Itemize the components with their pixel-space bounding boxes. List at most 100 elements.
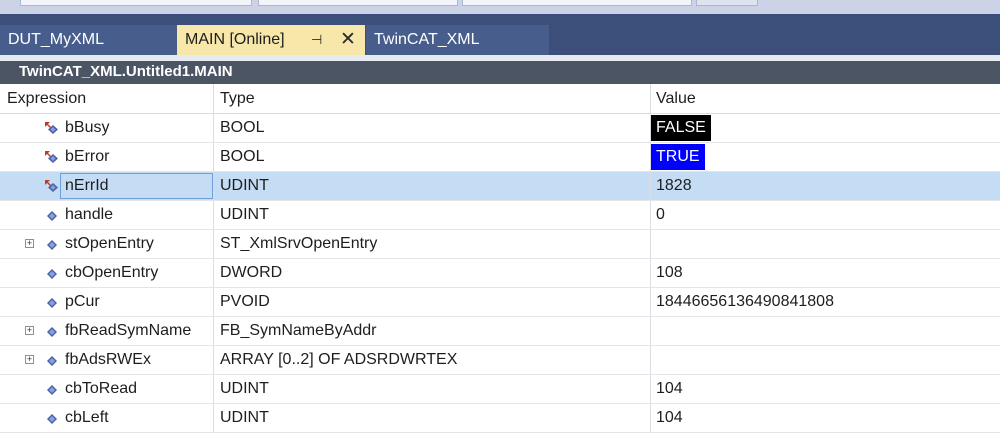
column-divider[interactable] bbox=[213, 84, 214, 113]
toolbar-combo[interactable] bbox=[462, 0, 692, 6]
value-cell[interactable]: 104 bbox=[656, 404, 683, 432]
column-divider bbox=[213, 346, 214, 374]
column-divider bbox=[650, 230, 651, 258]
table-row[interactable]: + fbReadSymName FB_SymNameByAddr bbox=[0, 317, 1000, 346]
type-cell: PVOID bbox=[220, 293, 270, 310]
type-cell: UDINT bbox=[220, 380, 269, 397]
value-cell[interactable]: 1828 bbox=[656, 172, 692, 200]
column-divider bbox=[213, 404, 214, 432]
variable-icon bbox=[44, 323, 60, 339]
column-divider[interactable] bbox=[650, 84, 651, 113]
expand-toggle-icon[interactable]: + bbox=[25, 326, 34, 335]
column-divider bbox=[650, 317, 651, 345]
expression-cell[interactable]: fbAdsRWEx bbox=[65, 346, 151, 374]
type-cell: UDINT bbox=[220, 409, 269, 426]
expression-cell[interactable]: stOpenEntry bbox=[65, 230, 154, 258]
value-cell[interactable]: 108 bbox=[656, 259, 683, 287]
expression-cell[interactable]: handle bbox=[65, 201, 113, 229]
column-divider bbox=[650, 259, 651, 287]
variable-icon bbox=[44, 265, 60, 281]
variable-icon bbox=[44, 294, 60, 310]
expression-cell[interactable]: cbToRead bbox=[65, 375, 137, 403]
window-title: TwinCAT_XML.Untitled1.MAIN bbox=[19, 63, 233, 80]
tab-dut-myxml[interactable]: DUT_MyXML bbox=[0, 25, 177, 55]
table-row[interactable]: cbToRead UDINT 104 bbox=[0, 375, 1000, 404]
value-cell[interactable]: 104 bbox=[656, 375, 683, 403]
window-title-bar: TwinCAT_XML.Untitled1.MAIN bbox=[0, 55, 1000, 84]
value-cell[interactable]: FALSE bbox=[651, 115, 711, 141]
variable-icon bbox=[44, 352, 60, 368]
table-row[interactable]: nErrId UDINT 1828 bbox=[0, 172, 1000, 201]
table-row[interactable]: + fbAdsRWEx ARRAY [0..2] OF ADSRDWRTEX bbox=[0, 346, 1000, 375]
tab-twincat-xml[interactable]: TwinCAT_XML bbox=[366, 25, 549, 55]
table-row[interactable]: handle UDINT 0 bbox=[0, 201, 1000, 230]
type-cell: BOOL bbox=[220, 148, 265, 165]
output-variable-icon bbox=[44, 149, 60, 165]
column-divider bbox=[213, 172, 214, 200]
grid-body: bBusy BOOL FALSE bError BOOL TRUE nErrId UDINT 1… bbox=[0, 114, 1000, 433]
expression-cell[interactable]: pCur bbox=[65, 288, 100, 316]
toolbar-strip bbox=[0, 0, 1000, 14]
column-header-expression[interactable]: Expression bbox=[7, 84, 86, 114]
column-divider bbox=[650, 375, 651, 403]
column-divider bbox=[213, 288, 214, 316]
column-divider bbox=[650, 346, 651, 374]
value-cell[interactable]: 0 bbox=[656, 201, 665, 229]
type-cell: ST_XmlSrvOpenEntry bbox=[220, 235, 378, 252]
type-cell: ARRAY [0..2] OF ADSRDWRTEX bbox=[220, 351, 458, 368]
document-tab-strip: DUT_MyXML MAIN [Online] ⊣ ✕ TwinCAT_XML bbox=[0, 14, 1000, 55]
table-row[interactable]: pCur PVOID 18446656136490841808 bbox=[0, 288, 1000, 317]
table-row[interactable]: cbOpenEntry DWORD 108 bbox=[0, 259, 1000, 288]
value-cell[interactable]: TRUE bbox=[651, 144, 705, 170]
variable-icon bbox=[44, 236, 60, 252]
type-cell: UDINT bbox=[220, 206, 269, 223]
tab-label: MAIN [Online] bbox=[185, 31, 285, 48]
column-divider bbox=[213, 230, 214, 258]
expand-toggle-icon[interactable]: + bbox=[25, 239, 34, 248]
value-cell[interactable]: 18446656136490841808 bbox=[656, 288, 834, 316]
toolbar-combo[interactable] bbox=[258, 0, 458, 6]
table-row[interactable]: + stOpenEntry ST_XmlSrvOpenEntry bbox=[0, 230, 1000, 259]
variable-icon bbox=[44, 410, 60, 426]
toolbar-combo[interactable] bbox=[20, 0, 252, 6]
column-divider bbox=[213, 114, 214, 142]
expression-cell[interactable]: cbOpenEntry bbox=[65, 259, 158, 287]
column-divider bbox=[650, 201, 651, 229]
variable-icon bbox=[44, 381, 60, 397]
column-divider bbox=[213, 375, 214, 403]
table-row[interactable]: cbLeft UDINT 104 bbox=[0, 404, 1000, 433]
table-row[interactable]: bBusy BOOL FALSE bbox=[0, 114, 1000, 143]
type-cell: FB_SymNameByAddr bbox=[220, 322, 377, 339]
table-row[interactable]: bError BOOL TRUE bbox=[0, 143, 1000, 172]
expression-cell[interactable]: bError bbox=[65, 143, 109, 171]
watch-grid: Expression Type Value bBusy BOOL FALSE bErr… bbox=[0, 84, 1000, 433]
title-band: TwinCAT_XML.Untitled1.MAIN bbox=[0, 61, 1000, 84]
tab-main-online[interactable]: MAIN [Online] ⊣ ✕ bbox=[177, 25, 365, 55]
column-divider bbox=[650, 172, 651, 200]
tab-label: TwinCAT_XML bbox=[374, 31, 480, 48]
pin-icon[interactable]: ⊣ bbox=[311, 25, 322, 55]
output-variable-icon bbox=[44, 120, 60, 136]
expression-cell[interactable]: cbLeft bbox=[65, 404, 109, 432]
expression-cell[interactable]: fbReadSymName bbox=[65, 317, 191, 345]
column-divider bbox=[213, 317, 214, 345]
close-icon[interactable]: ✕ bbox=[340, 25, 356, 55]
type-cell: BOOL bbox=[220, 119, 265, 136]
column-divider bbox=[213, 143, 214, 171]
tab-label: DUT_MyXML bbox=[8, 31, 105, 48]
column-divider bbox=[650, 288, 651, 316]
column-divider bbox=[213, 201, 214, 229]
expand-toggle-icon[interactable]: + bbox=[25, 355, 34, 364]
column-header-type[interactable]: Type bbox=[220, 84, 255, 114]
column-divider bbox=[213, 259, 214, 287]
column-header-value[interactable]: Value bbox=[656, 84, 696, 114]
expression-cell[interactable]: bBusy bbox=[65, 114, 109, 142]
variable-icon bbox=[44, 207, 60, 223]
expression-cell[interactable]: nErrId bbox=[65, 172, 109, 200]
type-cell: UDINT bbox=[220, 177, 269, 194]
type-cell: DWORD bbox=[220, 264, 283, 281]
output-variable-icon bbox=[44, 178, 60, 194]
grid-header: Expression Type Value bbox=[0, 84, 1000, 114]
toolbar-button[interactable] bbox=[696, 0, 758, 6]
column-divider bbox=[650, 404, 651, 432]
